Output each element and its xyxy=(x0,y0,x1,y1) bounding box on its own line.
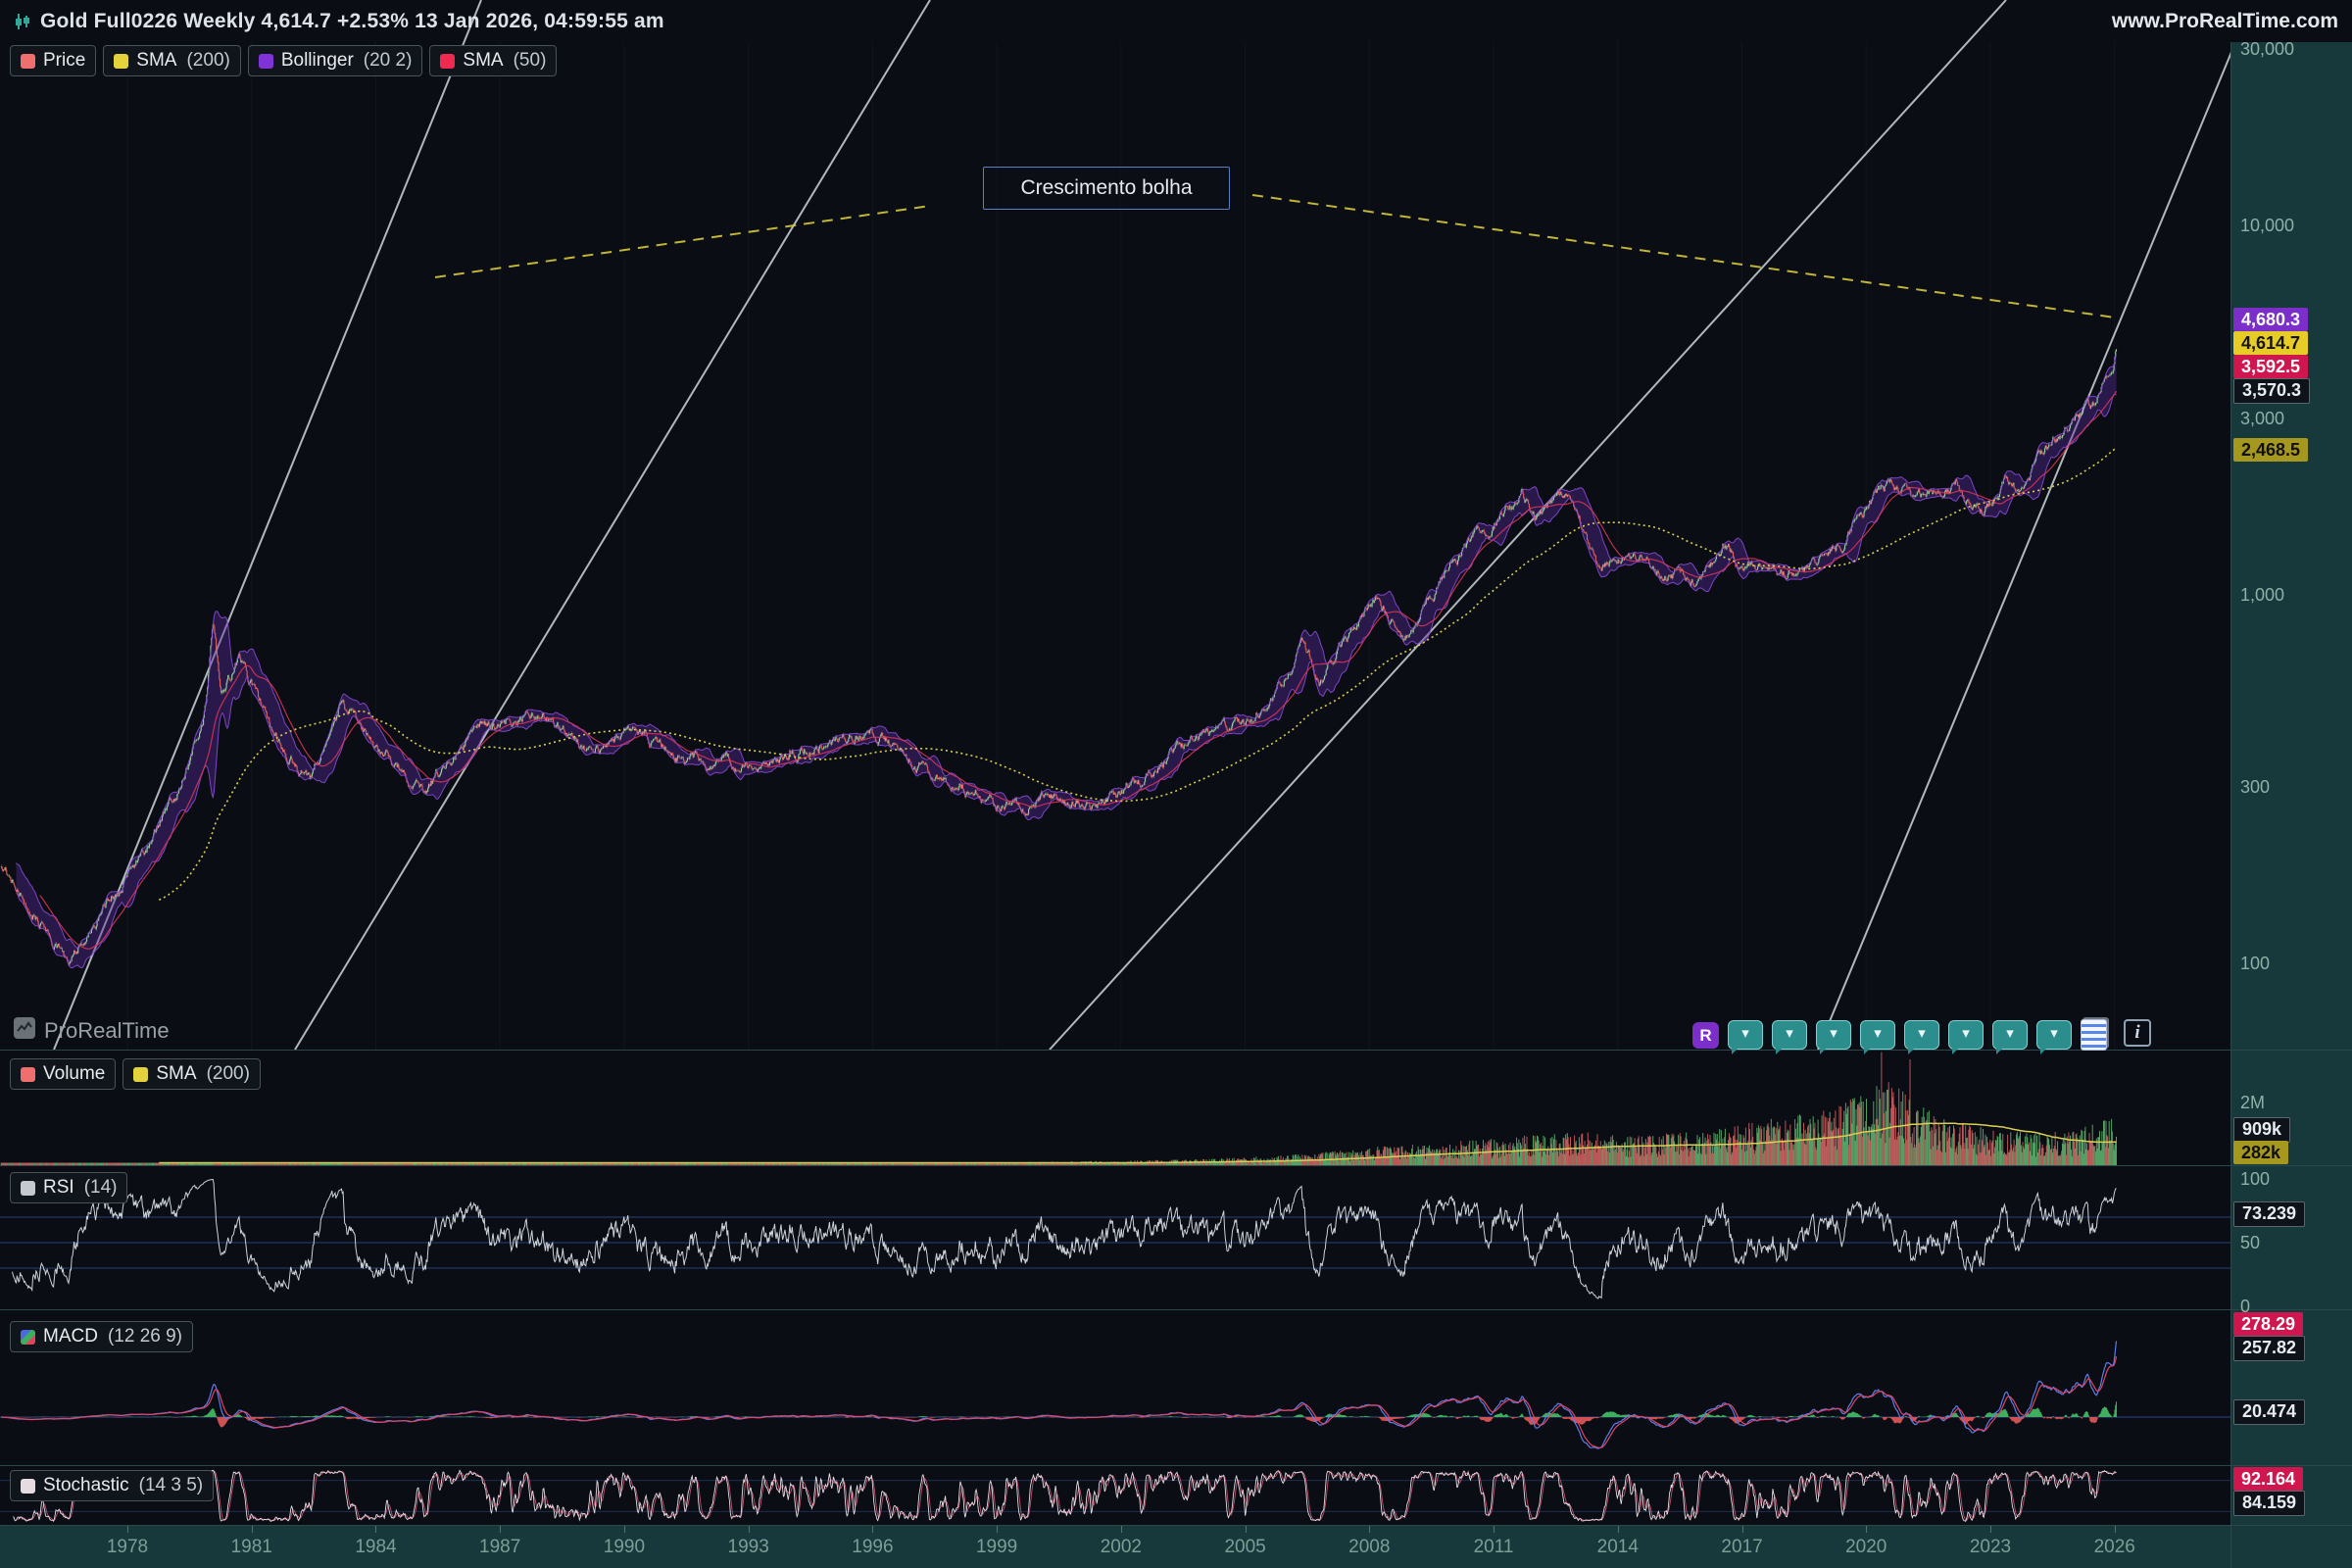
macd-tag: 20.474 xyxy=(2233,1399,2305,1425)
volume-tag: 282k xyxy=(2233,1141,2288,1164)
legend-price[interactable]: Price xyxy=(10,45,96,76)
indicator-r-button[interactable]: R xyxy=(1692,1022,1719,1049)
legend-label: Volume xyxy=(43,1063,105,1085)
legend-param: (20 2) xyxy=(364,50,413,72)
stochastic-color-chip xyxy=(21,1479,35,1494)
stochastic-tag: 84.159 xyxy=(2233,1491,2305,1516)
legend-param: (200) xyxy=(207,1063,250,1085)
legend-sma-50[interactable]: SMA (50) xyxy=(429,45,557,76)
macd-tag: 278.29 xyxy=(2233,1312,2303,1336)
legend-stochastic-14-3-5[interactable]: Stochastic (14 3 5) xyxy=(10,1470,214,1501)
panel-separator[interactable] xyxy=(0,1165,2352,1166)
info-button[interactable]: i xyxy=(2124,1019,2151,1047)
collapsed-panel-bubble-icon[interactable]: ▾ xyxy=(1816,1020,1851,1050)
macd-color-chip xyxy=(21,1330,35,1345)
chart-mini-toolbar: R ▾ ▾ ▾ ▾ ▾ ▾ ▾ ▾ xyxy=(1692,1019,2107,1051)
legend-bollinger-20-2[interactable]: Bollinger (20 2) xyxy=(248,45,423,76)
price-axis-label: 3,000 xyxy=(2240,407,2284,430)
price-tag: 4,614.7 xyxy=(2233,331,2308,355)
sma200-color-chip xyxy=(114,54,128,69)
legend-param: (50) xyxy=(514,50,547,72)
price-axis-label: 100 xyxy=(2240,952,2270,975)
legend-label: MACD xyxy=(43,1326,98,1348)
prorealtime-logo-icon xyxy=(14,1017,35,1045)
collapsed-panel-bubble-icon[interactable]: ▾ xyxy=(1904,1020,1939,1050)
collapsed-panel-bubble-icon[interactable]: ▾ xyxy=(1948,1020,1984,1050)
price-axis-label: 1,000 xyxy=(2240,583,2284,607)
collapsed-panel-bubble-icon[interactable]: ▾ xyxy=(2036,1020,2072,1050)
collapsed-panel-bubble-icon[interactable]: ▾ xyxy=(1772,1020,1807,1050)
price-tag: 2,468.5 xyxy=(2233,438,2308,462)
bollinger-color-chip xyxy=(259,54,273,69)
legend-label: Stochastic xyxy=(43,1475,129,1496)
volume-sma-color-chip xyxy=(133,1067,148,1082)
legend-param: (14 3 5) xyxy=(139,1475,203,1496)
legend-param: (12 26 9) xyxy=(108,1326,182,1348)
legend-param: (200) xyxy=(186,50,229,72)
volume-tag: 909k xyxy=(2233,1117,2290,1143)
prorealtime-app: 1978198119841987199019931996199920022005… xyxy=(0,0,2352,1568)
panel-separator xyxy=(0,1525,2352,1526)
collapsed-panel-bubble-icon[interactable]: ▾ xyxy=(1728,1020,1763,1050)
stochastic-legend: Stochastic (14 3 5) xyxy=(10,1470,214,1501)
legend-label: Bollinger xyxy=(281,50,354,72)
annotation-label[interactable]: Crescimento bolha xyxy=(983,167,1230,210)
price-axis-label: 300 xyxy=(2240,775,2270,799)
collapsed-panel-bubble-icon[interactable]: ▾ xyxy=(1992,1020,2028,1050)
chart-title: Gold Full0226 Weekly 4,614.7 +2.53% 13 J… xyxy=(40,10,664,33)
legend-sma-200[interactable]: SMA (200) xyxy=(103,45,241,76)
stochastic-tag: 92.164 xyxy=(2233,1467,2303,1491)
main-chart-legend: Price SMA (200) Bollinger (20 2) SMA (50) xyxy=(10,45,557,76)
volume-color-chip xyxy=(21,1067,35,1082)
notes-document-icon[interactable] xyxy=(2081,1019,2107,1051)
website-link[interactable]: www.ProRealTime.com xyxy=(2112,10,2338,33)
price-tag: 3,592.5 xyxy=(2233,355,2308,378)
rsi-axis-label: 100 xyxy=(2240,1167,2270,1191)
rsi-color-chip xyxy=(21,1181,35,1196)
rsi-axis-label: 50 xyxy=(2240,1231,2260,1254)
prt-watermark: ProRealTime xyxy=(14,1017,170,1045)
price-color-chip xyxy=(21,54,35,69)
volume-axis-label: 2M xyxy=(2240,1091,2265,1114)
legend-label: SMA xyxy=(136,50,176,72)
legend-label: SMA xyxy=(156,1063,196,1085)
rsi-tag: 73.239 xyxy=(2233,1201,2305,1227)
legend-macd-12-26-9[interactable]: MACD (12 26 9) xyxy=(10,1321,193,1352)
sma50-color-chip xyxy=(440,54,455,69)
legend-sma-200[interactable]: SMA (200) xyxy=(122,1058,261,1090)
legend-param: (14) xyxy=(84,1177,118,1199)
rsi-legend: RSI (14) xyxy=(10,1172,127,1203)
legend-label: SMA xyxy=(463,50,503,72)
price-tag: 4,680.3 xyxy=(2233,308,2308,331)
legend-label: RSI xyxy=(43,1177,74,1199)
legend-rsi-14[interactable]: RSI (14) xyxy=(10,1172,127,1203)
panel-separator[interactable] xyxy=(0,1309,2352,1310)
price-tag: 3,570.3 xyxy=(2233,378,2310,404)
price-axis-label: 10,000 xyxy=(2240,214,2294,237)
macd-tag: 257.82 xyxy=(2233,1336,2305,1361)
chart-header: Gold Full0226 Weekly 4,614.7 +2.53% 13 J… xyxy=(0,0,2352,42)
chart-canvas[interactable] xyxy=(0,0,2352,1568)
panel-separator[interactable] xyxy=(0,1465,2352,1466)
legend-volume[interactable]: Volume xyxy=(10,1058,116,1090)
volume-legend: Volume SMA (200) xyxy=(10,1058,261,1090)
watermark-text: ProRealTime xyxy=(44,1018,170,1044)
scale-separator xyxy=(2230,42,2231,1568)
macd-legend: MACD (12 26 9) xyxy=(10,1321,193,1352)
collapsed-panel-bubble-icon[interactable]: ▾ xyxy=(1860,1020,1895,1050)
legend-label: Price xyxy=(43,50,85,72)
instrument-candles-icon xyxy=(14,13,31,30)
